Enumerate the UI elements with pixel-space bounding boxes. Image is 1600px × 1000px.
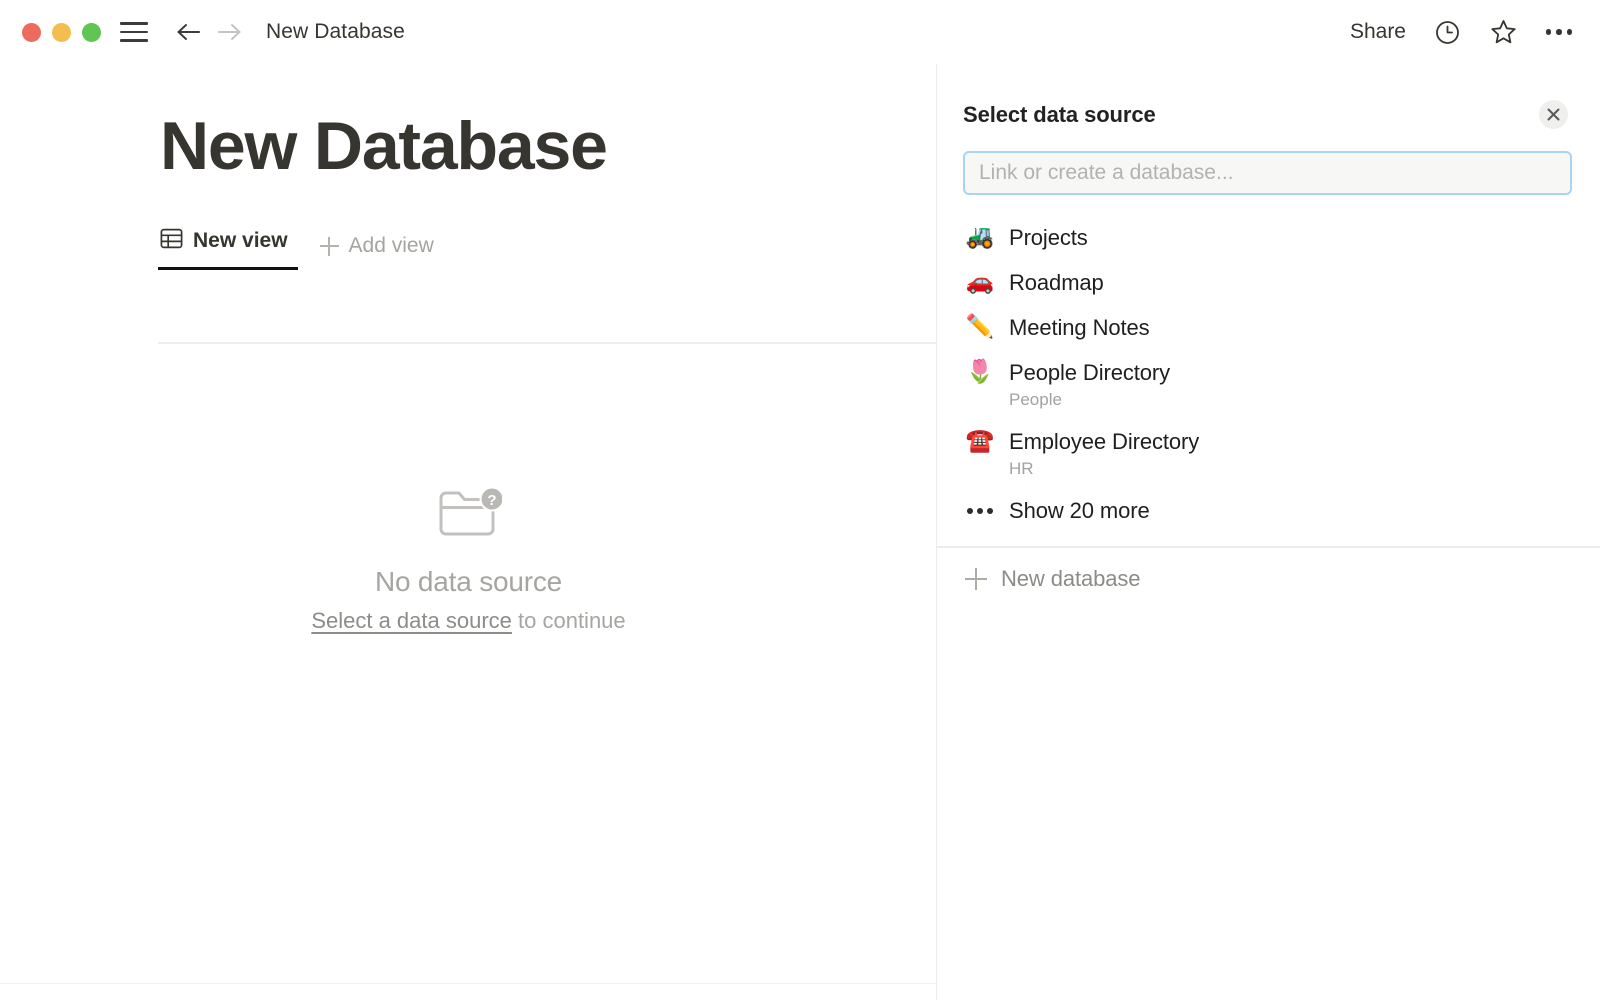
table-grid-icon <box>160 227 183 255</box>
new-database-button[interactable]: New database <box>937 548 1600 610</box>
tab-new-view[interactable]: New view <box>158 227 298 270</box>
list-item-text: Projects <box>1009 223 1088 252</box>
plus-icon <box>320 237 339 256</box>
close-window-button[interactable] <box>22 23 41 42</box>
close-icon[interactable] <box>1539 100 1568 129</box>
content-bottom-divider <box>0 983 937 985</box>
ellipsis-icon <box>965 508 995 514</box>
list-item[interactable]: 🌷 People Directory People <box>959 350 1580 419</box>
show-more-button[interactable]: Show 20 more <box>959 488 1580 534</box>
menu-icon-line <box>120 22 148 25</box>
list-item-title: Meeting Notes <box>1009 314 1150 342</box>
window-controls <box>22 23 101 42</box>
main-content: New Database New view Add <box>0 64 937 1000</box>
empty-state: ? No data source Select a data source to… <box>0 482 937 634</box>
tractor-emoji: 🚜 <box>965 223 995 251</box>
plus-icon <box>965 568 987 590</box>
list-item-text: Employee Directory HR <box>1009 427 1199 480</box>
forward-arrow-icon[interactable] <box>212 15 246 49</box>
clock-icon[interactable] <box>1432 17 1462 47</box>
telephone-emoji: ☎️ <box>965 427 995 455</box>
list-item-title: Employee Directory <box>1009 428 1199 456</box>
empty-state-title: No data source <box>0 566 937 598</box>
search-container <box>937 151 1600 195</box>
list-item-title: Projects <box>1009 224 1088 252</box>
body: New Database New view Add <box>0 64 1600 1000</box>
page-title: New Database <box>160 112 936 180</box>
menu-icon-line <box>120 39 148 42</box>
panel-title: Select data source <box>963 102 1156 128</box>
titlebar-actions: Share <box>1350 17 1574 47</box>
pencil-emoji: ✏️ <box>965 313 995 341</box>
share-button[interactable]: Share <box>1350 20 1406 44</box>
menu-icon[interactable] <box>120 20 150 44</box>
tabs-underline <box>158 342 937 344</box>
show-more-label: Show 20 more <box>1009 498 1150 524</box>
list-item[interactable]: 🚜 Projects <box>959 215 1580 260</box>
maximize-window-button[interactable] <box>82 23 101 42</box>
star-icon[interactable] <box>1488 17 1518 47</box>
list-item-subtitle: People <box>1009 389 1170 411</box>
list-item[interactable]: 🚗 Roadmap <box>959 260 1580 305</box>
tab-new-view-label: New view <box>193 229 288 253</box>
select-data-source-link[interactable]: Select a data source <box>311 608 512 633</box>
panel-header: Select data source <box>937 100 1600 129</box>
titlebar: New Database Share <box>0 0 1600 64</box>
search-input[interactable] <box>963 151 1572 195</box>
list-item-title: People Directory <box>1009 359 1170 387</box>
data-source-panel: Select data source 🚜 Projects <box>937 64 1600 1000</box>
list-item-text: People Directory People <box>1009 358 1170 411</box>
tulip-emoji: 🌷 <box>965 358 995 386</box>
list-item-title: Roadmap <box>1009 269 1104 297</box>
list-item[interactable]: ☎️ Employee Directory HR <box>959 419 1580 488</box>
list-item-text: Roadmap <box>1009 268 1104 297</box>
app-window: New Database Share <box>0 0 1600 1000</box>
empty-state-subtitle: Select a data source to continue <box>0 608 937 634</box>
more-options-icon[interactable] <box>1544 17 1574 47</box>
tab-add-view-label: Add view <box>349 234 434 258</box>
folder-question-icon: ? <box>0 482 937 544</box>
car-emoji: 🚗 <box>965 268 995 296</box>
minimize-window-button[interactable] <box>52 23 71 42</box>
list-item[interactable]: ✏️ Meeting Notes <box>959 305 1580 350</box>
view-tabs: New view Add view <box>158 226 936 270</box>
back-arrow-icon[interactable] <box>172 15 206 49</box>
menu-icon-line <box>120 31 148 34</box>
svg-text:?: ? <box>487 492 496 509</box>
empty-state-suffix: to continue <box>512 608 626 633</box>
breadcrumb[interactable]: New Database <box>266 20 405 44</box>
new-database-label: New database <box>1001 566 1140 592</box>
list-item-text: Meeting Notes <box>1009 313 1150 342</box>
data-source-results: 🚜 Projects 🚗 Roadmap ✏️ Meeting Notes <box>937 215 1600 534</box>
tab-add-view[interactable]: Add view <box>320 234 434 270</box>
list-item-subtitle: HR <box>1009 458 1199 480</box>
more-options-dots <box>1546 29 1573 35</box>
